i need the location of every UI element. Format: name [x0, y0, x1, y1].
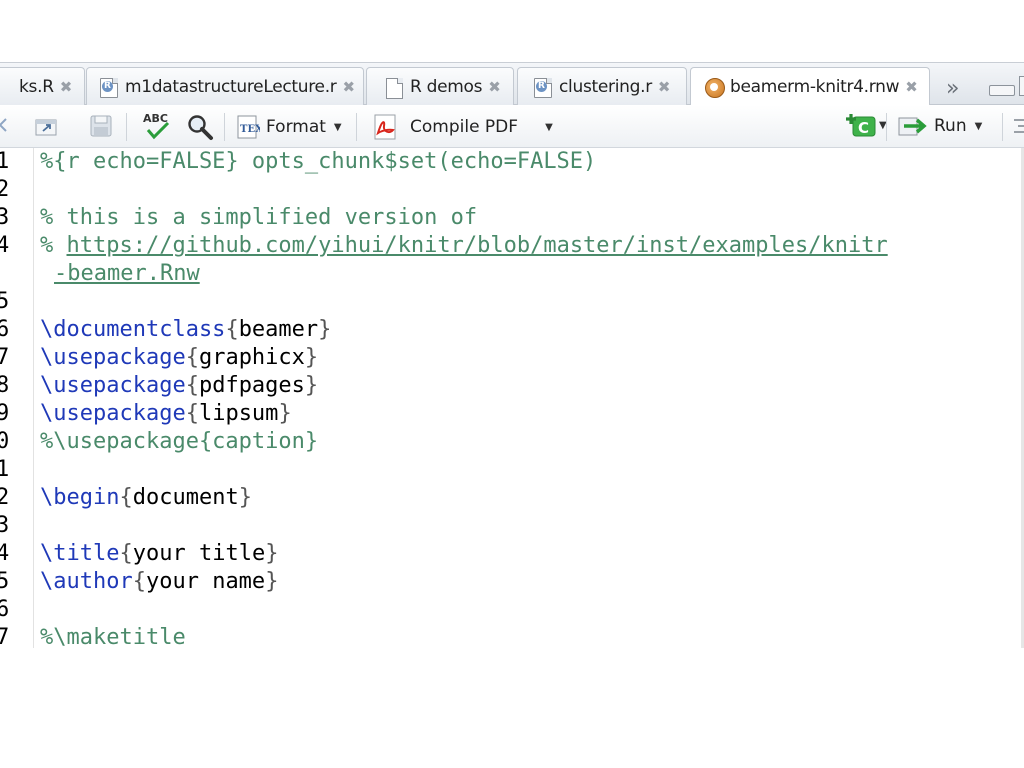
close-tab-icon[interactable]: ✖	[658, 78, 671, 96]
line-number: 6	[0, 317, 10, 342]
more-options-icon[interactable]	[1012, 117, 1024, 135]
insert-chunk-icon: C	[846, 114, 876, 137]
pdf-icon	[374, 114, 396, 140]
code-line-14: \title{your title}	[40, 541, 279, 566]
line-number: 7	[0, 625, 10, 648]
line-number-gutter: 1 2 3 4 5 6 7 8 9 0 1 2 3 4 5 6 7	[0, 148, 34, 648]
line-number: 1	[0, 149, 10, 174]
tab-overflow-icon[interactable]: »	[946, 76, 960, 101]
show-in-new-window-icon[interactable]	[33, 114, 61, 138]
latex-command: \usepackage	[40, 401, 186, 426]
line-number: 3	[0, 205, 10, 230]
tab-m1datastructurelecture[interactable]: R m1datastructureLecture.r ✖	[86, 67, 364, 105]
latex-command: \author	[40, 569, 133, 594]
insert-chunk-button[interactable]: C ▼	[845, 112, 887, 138]
line-number: 8	[0, 373, 10, 398]
line-number: 6	[0, 597, 10, 622]
find-replace-icon[interactable]	[186, 113, 214, 141]
line-number: 0	[0, 429, 10, 454]
code-line-15: \author{your name}	[40, 569, 279, 594]
rstudio-source-pane: ks.R ✖ R m1datastructureLecture.r ✖ R de…	[0, 62, 1024, 648]
close-tab-icon[interactable]: ✖	[488, 78, 501, 96]
editor-tab-bar: ks.R ✖ R m1datastructureLecture.r ✖ R de…	[0, 62, 1024, 106]
line-number: 4	[0, 541, 10, 566]
latex-argument: pdfpages	[198, 373, 305, 398]
compile-pdf-button[interactable]: Compile PDF ▼	[372, 114, 553, 140]
svg-text:C: C	[858, 119, 869, 137]
latex-command: \title	[40, 541, 120, 566]
line-number: 5	[0, 569, 10, 594]
spellcheck-icon[interactable]: ABC	[142, 110, 174, 142]
latex-argument: beamer	[238, 317, 319, 342]
line-number: 2	[0, 177, 10, 202]
comment-prefix: %	[40, 233, 67, 258]
github-url-link-continued[interactable]: -beamer.Rnw	[54, 261, 200, 286]
svg-text:TEX: TEX	[240, 124, 260, 135]
line-number: 5	[0, 289, 10, 314]
compile-pdf-label: Compile PDF	[410, 117, 519, 137]
latex-argument: your title	[132, 541, 266, 566]
tab-label: ks.R	[19, 76, 54, 97]
tab-ks-r[interactable]: ks.R ✖	[0, 67, 85, 105]
code-line-17: %\maketitle	[40, 625, 186, 648]
tex-format-icon: TEX	[237, 115, 260, 139]
tab-label: clustering.r	[559, 76, 652, 97]
line-number: 7	[0, 345, 10, 370]
run-icon	[898, 117, 927, 136]
tab-clustering-r[interactable]: R clustering.r ✖	[517, 67, 687, 105]
code-line-10: %\usepackage{caption}	[40, 429, 319, 454]
save-icon[interactable]	[90, 115, 112, 137]
chevron-down-icon: ▼	[333, 121, 342, 133]
code-line-3: % this is a simplified version of	[40, 205, 478, 230]
latex-command: \documentclass	[40, 317, 226, 342]
editor-toolbar: ABC TEX Format ▼ Compile PDF ▼ C ▼ Run ▼	[0, 105, 1024, 148]
tab-label: R demos	[410, 76, 483, 97]
chevron-down-icon[interactable]: ▼	[545, 122, 553, 133]
tab-r-demos[interactable]: R demos ✖	[366, 67, 514, 105]
code-line-1: %{r echo=FALSE} opts_chunk$set(echo=FALS…	[40, 149, 597, 174]
latex-argument: graphicx	[198, 345, 305, 370]
latex-command: \begin	[40, 485, 120, 510]
latex-argument: your name	[145, 569, 266, 594]
tab-label: beamerm-knitr4.rnw	[730, 77, 900, 97]
code-line-7: \usepackage{graphicx}	[40, 345, 319, 370]
line-number: 2	[0, 485, 10, 510]
tab-label: m1datastructureLecture.r	[125, 76, 337, 97]
code-line-9: \usepackage{lipsum}	[40, 401, 292, 426]
code-line-4-wrap: -beamer.Rnw	[54, 260, 200, 288]
code-line-12: \begin{document}	[40, 485, 252, 510]
format-menu-button[interactable]: TEX Format ▼	[236, 115, 342, 139]
code-line-6: \documentclass{beamer}	[40, 317, 332, 342]
document-icon	[385, 77, 403, 99]
line-number: 3	[0, 513, 10, 538]
r-script-icon: R	[534, 77, 552, 98]
close-tab-icon[interactable]: ✖	[60, 78, 73, 96]
back-arrow-icon[interactable]	[0, 115, 8, 135]
rnw-file-icon	[705, 77, 725, 98]
svg-text:ABC: ABC	[143, 112, 168, 125]
close-tab-icon[interactable]: ✖	[905, 78, 918, 96]
latex-argument: document	[132, 485, 239, 510]
maximize-pane-icon[interactable]	[1019, 76, 1024, 96]
tab-beamerm-knitr4[interactable]: beamerm-knitr4.rnw ✖	[690, 67, 930, 106]
format-label: Format	[266, 117, 326, 137]
line-number: 9	[0, 401, 10, 426]
latex-command: \usepackage	[40, 373, 186, 398]
line-number: 1	[0, 457, 10, 482]
line-number: 4	[0, 233, 10, 258]
code-line-8: \usepackage{pdfpages}	[40, 373, 319, 398]
minimize-pane-icon[interactable]	[989, 85, 1015, 96]
latex-argument: lipsum	[198, 401, 279, 426]
r-script-icon: R	[100, 77, 118, 98]
code-line-4: % https://github.com/yihui/knitr/blob/ma…	[40, 232, 888, 260]
latex-command: \usepackage	[40, 345, 186, 370]
close-tab-icon[interactable]: ✖	[343, 78, 356, 96]
run-label: Run	[934, 116, 967, 136]
chevron-down-icon: ▼	[974, 120, 983, 132]
run-button[interactable]: Run ▼	[898, 115, 982, 137]
code-editor[interactable]: 1 2 3 4 5 6 7 8 9 0 1 2 3 4 5 6 7 %{r ec…	[0, 148, 1024, 648]
github-url-link[interactable]: https://github.com/yihui/knitr/blob/mast…	[67, 233, 888, 258]
